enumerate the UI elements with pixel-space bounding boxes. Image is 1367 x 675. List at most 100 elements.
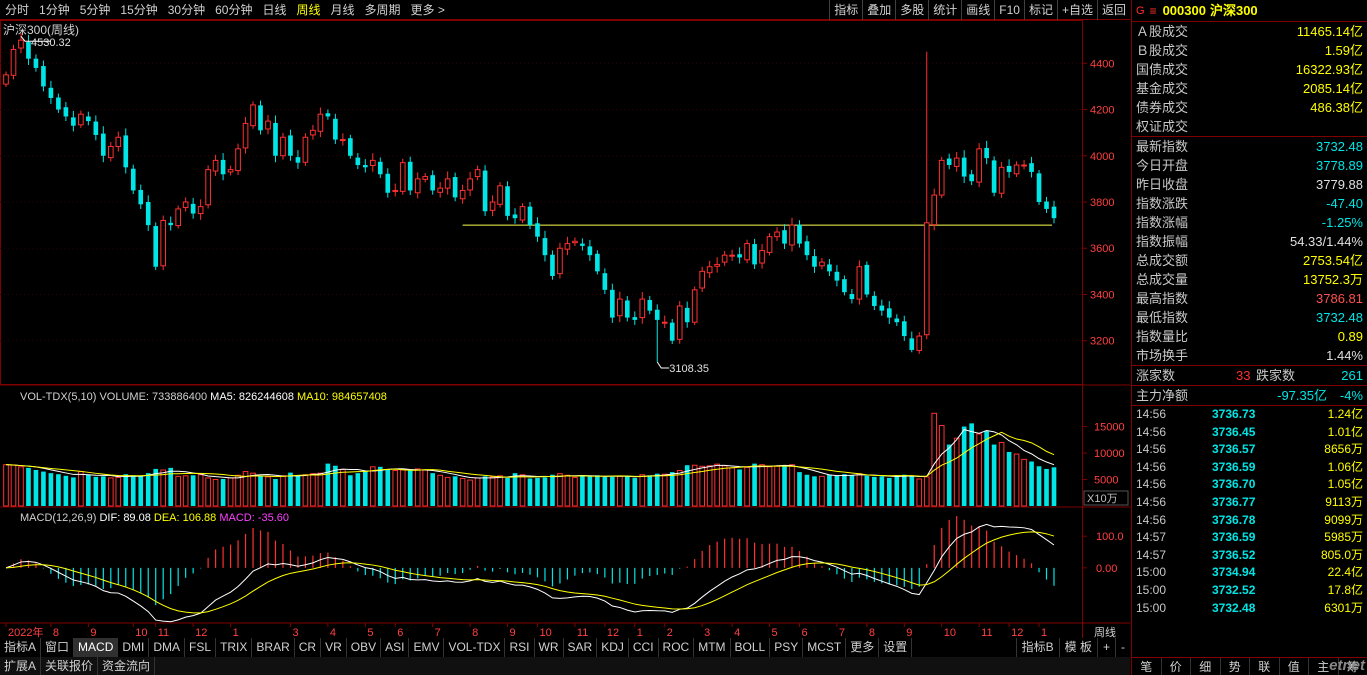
- period-tab-1[interactable]: 1分钟: [34, 0, 75, 20]
- indicator-tab-obv[interactable]: OBV: [347, 638, 382, 657]
- period-tab-0[interactable]: 分时: [0, 0, 34, 20]
- quote-label: 最新指数: [1136, 139, 1189, 154]
- tick-list[interactable]: 14:56 3736.73 1.24亿 14:56 3736.45 1.01亿 14:56 3…: [1132, 406, 1367, 617]
- tick-row[interactable]: 14:56 3736.70 1.05亿: [1132, 476, 1367, 494]
- tick-row[interactable]: 14:57 3736.52 805.0万: [1132, 547, 1367, 565]
- tick-row[interactable]: 14:56 3736.78 9099万: [1132, 512, 1367, 530]
- tool-button-8[interactable]: 返回: [1096, 0, 1130, 20]
- tool-button-3[interactable]: 统计: [928, 0, 961, 20]
- sidebar-tab-5[interactable]: 值: [1280, 658, 1309, 675]
- quote-value: 1.44%: [1326, 348, 1363, 363]
- extension-tab-0[interactable]: 扩展A: [0, 657, 42, 675]
- candle-body: [212, 159, 219, 172]
- tool-button-4[interactable]: 画线: [961, 0, 994, 20]
- tool-button-0[interactable]: 指标: [829, 0, 862, 20]
- period-tab-2[interactable]: 5分钟: [75, 0, 116, 20]
- tick-row[interactable]: 15:00 3732.48 6301万: [1132, 600, 1367, 618]
- tool-button-5[interactable]: F10: [994, 0, 1024, 20]
- volume-bar: [182, 475, 189, 507]
- tick-time: 14:57: [1136, 547, 1167, 562]
- indicator-right-button-1[interactable]: 模 板: [1058, 638, 1097, 657]
- quote-label: 今日开盘: [1136, 158, 1189, 173]
- volume-bar: [1044, 468, 1049, 506]
- tick-price: 3736.45: [1212, 424, 1256, 439]
- quote-row: 国债成交 16322.93亿: [1132, 60, 1367, 79]
- period-tab-6[interactable]: 日线: [257, 0, 291, 20]
- volume-bar: [580, 476, 585, 506]
- tick-time: 14:56: [1136, 424, 1167, 439]
- menu-icon[interactable]: ≡: [1150, 0, 1157, 22]
- indicator-tab-窗口[interactable]: 窗口: [41, 638, 75, 657]
- period-tab-5[interactable]: 60分钟: [210, 0, 257, 20]
- tick-row[interactable]: 14:56 3736.59 1.06亿: [1132, 459, 1367, 477]
- indicator-tab-wr[interactable]: WR: [535, 638, 564, 657]
- indicator-tab-sar[interactable]: SAR: [564, 638, 598, 657]
- indicator-tab-asi[interactable]: ASI: [381, 638, 410, 657]
- indicator-tab-设置[interactable]: 设置: [879, 638, 913, 657]
- sidebar-tab-1[interactable]: 价: [1162, 658, 1191, 675]
- chart-area[interactable]: 3200 3400 3600 3800 4000 4200 4400 沪深300(周线) 453…: [0, 20, 1130, 641]
- extension-tab-2[interactable]: 资金流向: [98, 657, 156, 675]
- indicator-right-button-0[interactable]: 指标B: [1015, 638, 1059, 657]
- down-count: 261: [1341, 368, 1363, 383]
- indicator-right-button-3[interactable]: -: [1115, 638, 1130, 657]
- volume-bar: [842, 474, 847, 506]
- indicator-tab-cr[interactable]: CR: [295, 638, 322, 657]
- tick-row[interactable]: 14:56 3736.45 1.01亿: [1132, 424, 1367, 442]
- candle-body: [946, 158, 952, 166]
- period-tab-3[interactable]: 15分钟: [115, 0, 162, 20]
- sidebar-tab-2[interactable]: 细: [1191, 658, 1221, 675]
- indicator-tab-mcst[interactable]: MCST: [803, 638, 847, 657]
- tick-volume: 9099万: [1324, 512, 1363, 527]
- indicator-tab-brar[interactable]: BRAR: [252, 638, 295, 657]
- indicator-tab-macd[interactable]: MACD: [74, 638, 119, 657]
- candle-body: [145, 202, 151, 226]
- indicator-tab-mtm[interactable]: MTM: [694, 638, 731, 657]
- indicator-tab-psy[interactable]: PSY: [770, 638, 804, 657]
- tick-row[interactable]: 14:56 3736.57 8656万: [1132, 441, 1367, 459]
- tick-row[interactable]: 15:00 3732.52 17.8亿: [1132, 582, 1367, 600]
- indicator-tab-更多[interactable]: 更多: [846, 638, 880, 657]
- up-count: 33: [1236, 368, 1251, 383]
- indicator-tab-roc[interactable]: ROC: [659, 638, 695, 657]
- sidebar-tab-4[interactable]: 联: [1250, 658, 1280, 675]
- sidebar-tab-0[interactable]: 笔: [1132, 658, 1162, 675]
- indicator-tab-cci[interactable]: CCI: [629, 638, 659, 657]
- period-tab-8[interactable]: 月线: [326, 0, 360, 20]
- indicator-a-button[interactable]: 指标A: [0, 638, 42, 657]
- volume-bar: [991, 444, 997, 506]
- indicator-tab-vr[interactable]: VR: [321, 638, 347, 657]
- kline-chart[interactable]: 3200 3400 3600 3800 4000 4200 4400 沪深300(周线)453…: [0, 20, 1130, 641]
- candle-body: [714, 263, 720, 267]
- tick-row[interactable]: 14:56 3736.73 1.24亿: [1132, 406, 1367, 424]
- indicator-tab-trix[interactable]: TRIX: [216, 638, 253, 657]
- indicator-tab-rsi[interactable]: RSI: [505, 638, 535, 657]
- period-tab-9[interactable]: 多周期: [360, 0, 406, 20]
- candle-body: [804, 241, 810, 256]
- indicator-right-button-2[interactable]: +: [1096, 638, 1115, 657]
- candle-body: [901, 321, 907, 337]
- tick-row[interactable]: 15:00 3734.94 22.4亿: [1132, 564, 1367, 582]
- tick-row[interactable]: 14:57 3736.59 5985万: [1132, 529, 1367, 547]
- indicator-tab-vol-tdx[interactable]: VOL-TDX: [444, 638, 506, 657]
- volume-bar: [789, 464, 795, 507]
- tick-row[interactable]: 14:56 3736.77 9113万: [1132, 494, 1367, 512]
- sidebar-tab-3[interactable]: 势: [1221, 658, 1250, 675]
- extension-tab-1[interactable]: 关联报价: [41, 657, 99, 675]
- tool-button-6[interactable]: 标记: [1023, 0, 1057, 20]
- period-tab-4[interactable]: 30分钟: [163, 0, 210, 20]
- indicator-tab-dma[interactable]: DMA: [149, 638, 186, 657]
- candle-body: [227, 169, 234, 173]
- indicator-tab-boll[interactable]: BOLL: [731, 638, 771, 657]
- indicator-tab-dmi[interactable]: DMI: [118, 638, 150, 657]
- indicator-tab-fsl[interactable]: FSL: [185, 638, 217, 657]
- period-tab-10[interactable]: 更多 >: [406, 0, 450, 20]
- period-tab-7[interactable]: 周线: [291, 0, 325, 20]
- tool-button-1[interactable]: 叠加: [862, 0, 895, 20]
- tool-button-7[interactable]: +自选: [1056, 0, 1097, 20]
- indicator-tab-kdj[interactable]: KDJ: [597, 638, 629, 657]
- tool-button-2[interactable]: 多股: [895, 0, 928, 20]
- candle-body: [168, 222, 174, 226]
- group-marker-icon[interactable]: G: [1136, 0, 1145, 22]
- indicator-tab-emv[interactable]: EMV: [409, 638, 445, 657]
